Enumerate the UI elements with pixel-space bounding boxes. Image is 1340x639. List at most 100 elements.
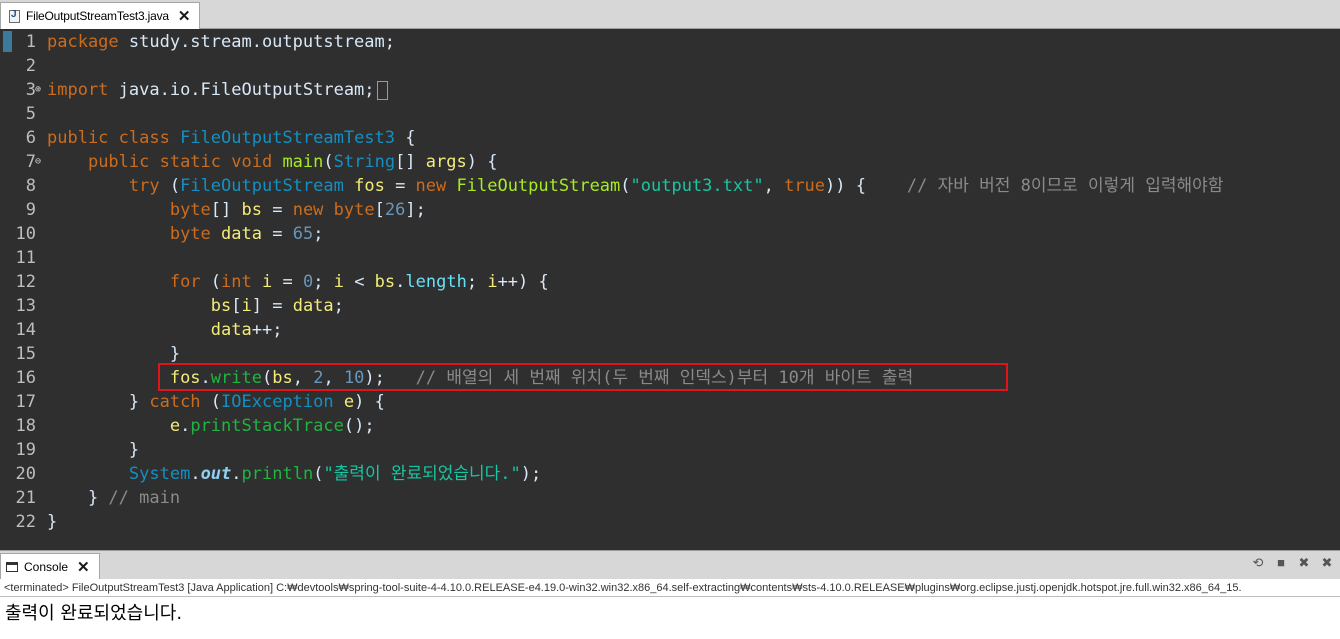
code-token: . (200, 368, 211, 388)
code-token: args (425, 152, 467, 172)
code-token: bs (210, 296, 232, 316)
code-token: fos (169, 368, 201, 388)
line-number: 19 (15, 440, 36, 460)
code-token: "output3.txt" (630, 176, 764, 196)
console-output[interactable]: 출력이 완료되었습니다. (0, 597, 1340, 639)
code-token: , (292, 368, 314, 388)
code-token: . (180, 416, 191, 436)
code-token: [] (395, 152, 426, 172)
close-icon[interactable]: ✕ (77, 558, 90, 576)
code-token: 10 (343, 368, 365, 388)
code-token: } (47, 440, 140, 460)
code-text: public class FileOutputStreamTest3 { (47, 126, 416, 150)
console-toolbar: ⟲ ■ ✖ ✖ (1251, 556, 1334, 570)
code-text: import java.io.FileOutputStream; (47, 78, 388, 102)
code-token: ; (466, 272, 488, 292)
code-token: data (292, 296, 334, 316)
folded-imports-box[interactable] (376, 80, 388, 100)
java-file-icon (9, 9, 20, 23)
code-token: fos (354, 176, 385, 196)
code-token: String (333, 152, 396, 172)
code-token: ; (333, 296, 344, 316)
code-token: byte (169, 224, 211, 244)
code-token: java.io.FileOutputStream; (108, 80, 375, 100)
collapse-fold-icon[interactable]: ⊖ (35, 150, 41, 174)
code-text: } catch (IOException e) { (47, 390, 385, 414)
code-text: try (FileOutputStream fos = new FileOutp… (47, 174, 1224, 198)
code-text: package study.stream.outputstream; (47, 30, 395, 54)
code-token: FileOutputStream (180, 176, 344, 196)
line-number: 13 (15, 296, 36, 316)
code-token: public static void (87, 152, 273, 172)
code-text: data++; (47, 318, 283, 342)
code-token: 65 (292, 224, 314, 244)
code-token: = (261, 224, 293, 244)
code-token: (); (343, 416, 375, 436)
line-number: 16 (15, 368, 36, 388)
code-token: study.stream.outputstream; (118, 32, 395, 52)
code-token: = (261, 200, 293, 220)
remove-all-icon[interactable]: ✖ (1320, 556, 1334, 570)
code-token: ( (261, 368, 273, 388)
code-token: ++) { (497, 272, 549, 292)
remove-launch-icon[interactable]: ✖ (1297, 556, 1311, 570)
code-token: ; (313, 224, 324, 244)
line-number: 20 (15, 464, 36, 484)
line-number: 2 (25, 56, 36, 76)
pin-console-icon[interactable]: ⟲ (1251, 556, 1265, 570)
code-token: i (333, 272, 344, 292)
line-number: 1 (25, 32, 36, 52)
code-token: e (343, 392, 355, 412)
code-token: ( (323, 152, 334, 172)
code-token: main (282, 152, 324, 172)
code-token: import (47, 80, 109, 100)
code-token: i (487, 272, 498, 292)
code-token: new (292, 200, 324, 220)
code-token: println (241, 464, 314, 484)
code-token: ]; (405, 200, 426, 220)
scroll-left-icon[interactable]: < (48, 532, 54, 534)
line-number: 6 (25, 128, 36, 148)
code-token: ++; (251, 320, 283, 340)
code-token: ( (159, 176, 181, 196)
expand-fold-icon[interactable]: ⊕ (35, 78, 41, 102)
console-tab[interactable]: Console ✕ (0, 553, 100, 580)
code-token: // main (108, 488, 181, 508)
code-token: // 배열의 세 번째 위치(두 번째 인덱스)부터 10개 바이트 출력 (415, 368, 914, 388)
line-number: 15 (15, 344, 36, 364)
code-editor[interactable]: 1 package study.stream.outputstream; 2 3 ⊕ im… (0, 29, 1340, 534)
code-text: } (47, 342, 180, 366)
code-token: e (169, 416, 181, 436)
console-icon (6, 562, 18, 572)
code-text: } (47, 510, 57, 534)
code-token: = (272, 272, 303, 292)
line-number: 7 (25, 152, 36, 172)
code-token: printStackTrace (190, 416, 344, 436)
editor-tab[interactable]: FileOutputStreamTest3.java ✕ (0, 2, 200, 29)
overview-ruler (0, 29, 12, 534)
line-number: 14 (15, 320, 36, 340)
code-token: i (241, 296, 252, 316)
code-token: bs (241, 200, 262, 220)
code-token: [ (374, 200, 385, 220)
code-text: public static void main(String[] args) { (47, 150, 498, 174)
code-token: [ (231, 296, 242, 316)
terminate-icon[interactable]: ■ (1274, 556, 1288, 570)
line-number: 5 (25, 104, 36, 124)
line-number: 12 (15, 272, 36, 292)
code-token: ( (200, 392, 222, 412)
code-token: = (384, 176, 416, 196)
close-icon[interactable]: ✕ (178, 7, 191, 25)
code-token: . (395, 272, 406, 292)
code-token: bs (272, 368, 293, 388)
code-token: ( (620, 176, 631, 196)
